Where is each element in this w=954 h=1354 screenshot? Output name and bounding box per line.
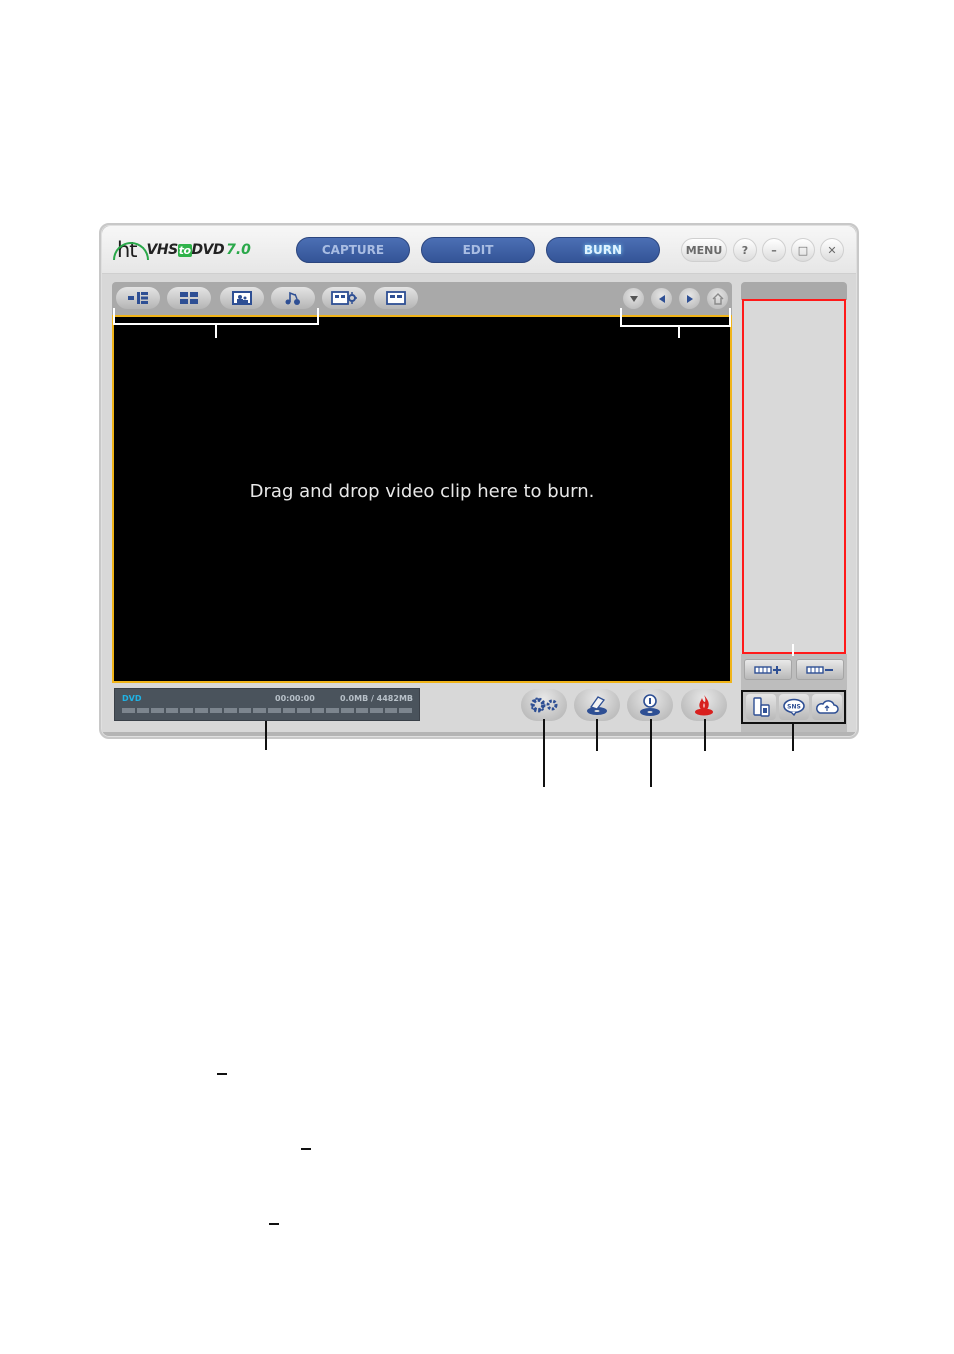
usage-segment: [136, 708, 150, 713]
home-icon: [712, 292, 723, 305]
usage-segment: [267, 708, 281, 713]
app-logo: ht VHStoDVD 7.0: [113, 236, 251, 264]
home-button[interactable]: [707, 288, 728, 309]
usage-segment: [253, 708, 266, 713]
duration-label: 00:00:00: [275, 694, 315, 703]
tab-capture[interactable]: CAPTURE: [296, 237, 410, 263]
menu-layout-icon: [128, 292, 148, 304]
annotation-list-pointer: [792, 644, 794, 656]
annotation-bracket-left: [215, 323, 217, 338]
logo-version: 7.0: [226, 242, 251, 258]
usage-segment: [122, 708, 135, 713]
tab-edit[interactable]: EDIT: [421, 237, 535, 263]
usage-segment: [326, 708, 339, 713]
add-title-button[interactable]: [744, 659, 792, 680]
settings-gears-icon: [530, 697, 558, 713]
remove-title-button[interactable]: [796, 659, 844, 680]
erase-disc-icon: [587, 696, 607, 715]
usage-segment: [355, 708, 369, 713]
next-button[interactable]: [679, 288, 700, 309]
previous-button[interactable]: [651, 288, 672, 309]
side-panel-header: [741, 282, 847, 300]
burn-button[interactable]: [681, 689, 727, 721]
burn-drop-area[interactable]: Drag and drop video clip here to burn.: [112, 315, 732, 683]
annotation-bracket-right: [729, 308, 731, 327]
disc-status-panel: DVD 00:00:00 0.0MB / 4482MB: [114, 688, 420, 721]
minimize-button[interactable]: –: [762, 238, 786, 262]
menu-settings-button[interactable]: [322, 287, 366, 309]
text-dash: [269, 1223, 279, 1225]
next-arrow-icon: [686, 294, 693, 303]
remove-title-icon: [806, 665, 833, 674]
usage-segment: [370, 708, 383, 713]
annotation-share-pointer: [792, 722, 794, 751]
usage-segment: [399, 708, 412, 713]
disc-type-label: DVD: [122, 694, 142, 703]
background-music-icon: [285, 291, 300, 305]
usage-segment: [180, 708, 193, 713]
cloud-upload-button[interactable]: [812, 694, 842, 720]
usage-segment: [311, 708, 325, 713]
logo-brand: ht: [113, 238, 149, 262]
sns-share-button[interactable]: SNS: [779, 694, 809, 720]
text-dash: [301, 1148, 311, 1150]
usage-segment: [238, 708, 252, 713]
text-dash: [217, 1073, 227, 1075]
usage-segment: [384, 708, 398, 713]
annotation-info-pointer: [650, 719, 652, 787]
annotation-settings-pointer: [543, 719, 545, 787]
menu-template-icon: [180, 292, 198, 304]
menu-template-button[interactable]: [167, 287, 211, 309]
menu-layout-button[interactable]: [116, 287, 160, 309]
dropdown-arrow-icon: [629, 295, 638, 302]
disc-info-icon: [640, 694, 660, 716]
device-export-button[interactable]: [746, 694, 776, 720]
title-list[interactable]: [742, 299, 846, 654]
disc-info-button[interactable]: [627, 689, 673, 721]
usage-segment: [151, 708, 164, 713]
maximize-button[interactable]: □: [791, 238, 815, 262]
burn-flame-icon: [695, 695, 713, 716]
close-button[interactable]: ✕: [820, 238, 844, 262]
device-export-icon: [753, 697, 770, 717]
background-image-icon: [232, 291, 252, 305]
background-music-button[interactable]: [271, 287, 315, 309]
svg-text:SNS: SNS: [787, 704, 801, 711]
chapter-menu-button[interactable]: [374, 287, 418, 309]
annotation-bracket-left: [317, 308, 319, 325]
usage-segment: [165, 708, 179, 713]
add-title-icon: [754, 665, 781, 674]
dropdown-button[interactable]: [623, 288, 644, 309]
usage-segment: [224, 708, 237, 713]
drop-hint-text: Drag and drop video clip here to burn.: [249, 480, 595, 502]
annotation-bracket-right: [678, 325, 680, 338]
annotation-erase-pointer: [596, 719, 598, 751]
usage-segment: [194, 708, 208, 713]
logo-product-name: VHStoDVD: [146, 242, 225, 258]
cloud-upload-icon: [816, 700, 839, 714]
usage-segment: [209, 708, 223, 713]
annotation-burn-pointer: [704, 719, 706, 751]
tab-burn[interactable]: BURN: [546, 237, 660, 263]
usage-segment: [340, 708, 354, 713]
help-button[interactable]: ?: [733, 238, 757, 262]
disc-size-label: 0.0MB / 4482MB: [339, 694, 413, 703]
usage-segment: [282, 708, 296, 713]
menu-button[interactable]: MENU: [681, 238, 727, 262]
erase-disc-button[interactable]: [574, 689, 620, 721]
burn-settings-button[interactable]: [521, 689, 567, 721]
chapter-menu-icon: [386, 291, 406, 305]
disc-usage-bar: [122, 708, 412, 713]
sns-share-icon: SNS: [783, 698, 805, 716]
previous-arrow-icon: [658, 294, 665, 303]
usage-segment: [297, 708, 310, 713]
background-image-button[interactable]: [220, 287, 264, 309]
annotation-bracket-right: [620, 325, 731, 327]
menu-settings-icon: [331, 291, 357, 305]
annotation-status-pointer: [265, 721, 267, 750]
